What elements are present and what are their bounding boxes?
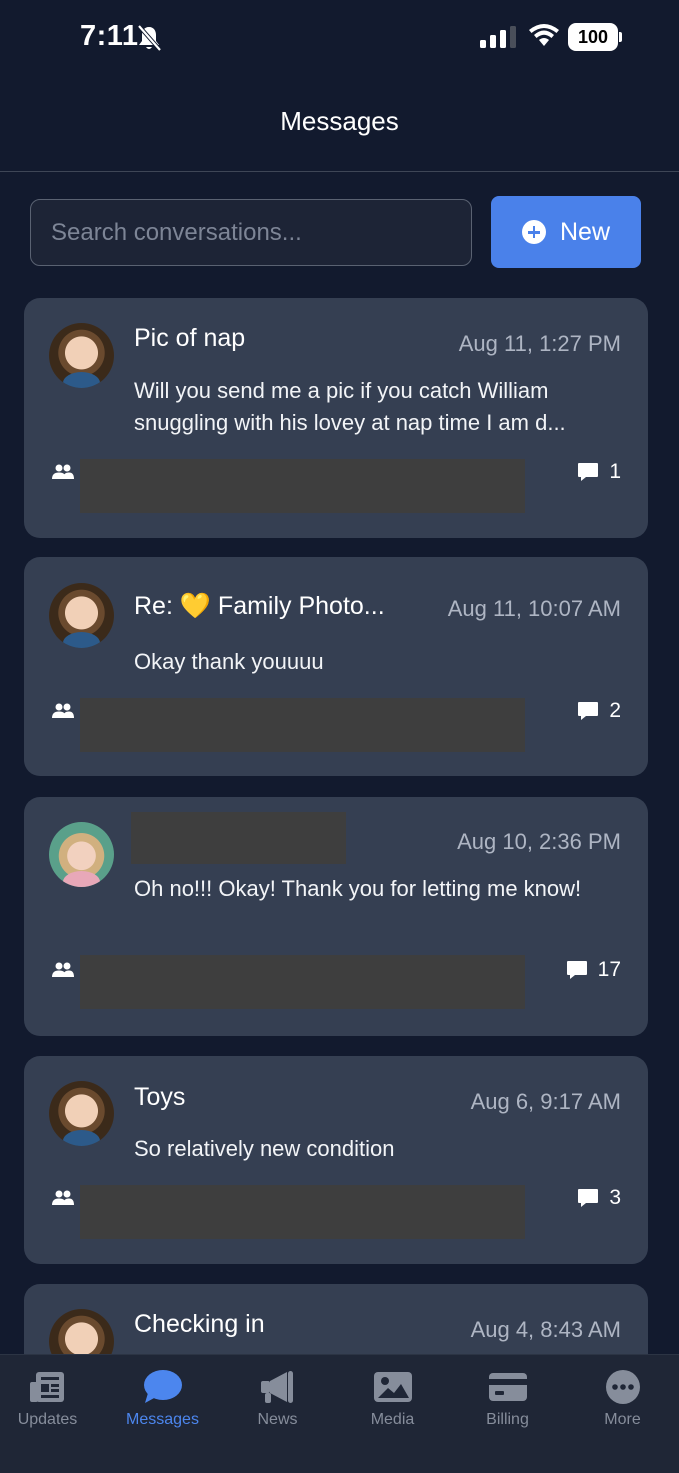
tab-label: Media [370,1411,415,1428]
conversation-title: Pic of nap [134,324,246,352]
participants-icon [52,464,74,479]
conversation-preview: Will you send me a pic if you catch Will… [134,378,566,435]
avatar [49,1081,114,1146]
conversation-card[interactable]: Pic of nap Aug 11, 1:27 PM Will you send… [24,298,648,538]
new-button-label: New [559,217,610,246]
plus-circle-icon [521,220,546,244]
conversation-card[interactable]: Toys Aug 6, 9:17 AM So relatively new co… [24,1056,648,1264]
comment-count: 1 [577,460,621,484]
comment-bubble-icon [578,463,599,481]
tab-billing[interactable]: Billing [451,1355,564,1473]
conversation-card[interactable]: Re: 💛 Family Photo... Aug 11, 10:07 AM O… [24,557,648,776]
redacted-participants [80,955,525,1009]
conversation-time: Aug 11, 1:27 PM [458,331,621,356]
comment-count: 17 [566,958,621,982]
avatar [49,822,114,887]
comment-count-value: 3 [609,1186,621,1209]
tab-updates[interactable]: Updates [0,1355,104,1473]
status-bar: 7:11 100 [0,0,679,80]
tab-label: More [604,1411,641,1428]
tab-more[interactable]: More [566,1355,679,1473]
redacted-participants [80,698,525,752]
comment-bubble-icon [578,702,599,720]
page-title: Messages [280,106,399,136]
comment-count: 3 [577,1186,621,1210]
tab-label: News [257,1411,298,1428]
battery-level: 100 [568,23,618,51]
messages-icon [144,1370,182,1403]
image-icon [374,1372,412,1402]
redacted-title [131,812,346,864]
megaphone-icon [261,1371,293,1403]
conversation-title: Re: 💛 Family Photo... [134,592,385,620]
conversation-preview: So relatively new condition [134,1136,395,1161]
conversation-time: Aug 10, 2:36 PM [457,829,621,854]
redacted-participants [80,459,525,513]
comment-count: 2 [577,699,621,723]
comment-count-value: 17 [597,958,621,981]
credit-card-icon [489,1373,527,1401]
redacted-participants [80,1185,525,1239]
participants-icon [52,703,74,718]
conversation-time: Aug 4, 8:43 AM [470,1317,621,1342]
conversation-time: Aug 6, 9:17 AM [470,1089,621,1114]
bottom-tab-bar: Updates Messages News Media Billing More [0,1354,679,1473]
conversation-preview: Okay thank youuuu [134,649,324,674]
conversation-card[interactable]: Aug 10, 2:36 PM Oh no!!! Okay! Thank you… [24,797,648,1036]
tab-messages[interactable]: Messages [106,1355,219,1473]
tab-label: Updates [17,1411,78,1428]
tab-media[interactable]: Media [336,1355,449,1473]
conversation-time: Aug 11, 10:07 AM [447,596,621,621]
comment-count-value: 2 [609,699,621,722]
conversation-title: Checking in [134,1310,265,1338]
comment-bubble-icon [566,961,587,979]
header: Messages [0,80,679,172]
more-icon [606,1370,640,1404]
participants-icon [52,962,74,977]
bell-off-icon [137,24,162,52]
tab-label: Billing [486,1411,529,1428]
search-input[interactable] [30,199,472,266]
conversation-preview: Oh no!!! Okay! Thank you for letting me … [134,876,582,901]
avatar [49,583,114,648]
new-conversation-button[interactable]: New [491,196,641,268]
updates-icon [30,1372,64,1402]
battery-icon: 100 [568,23,622,51]
wifi-icon [529,24,559,46]
avatar [49,323,114,388]
comment-bubble-icon [578,1189,599,1207]
tab-label: Messages [126,1411,199,1428]
comment-count-value: 1 [609,460,621,483]
conversation-title: Toys [134,1083,186,1111]
participants-icon [52,1190,74,1205]
status-time: 7:11 [80,20,139,52]
cellular-signal-icon [480,26,516,48]
tab-news[interactable]: News [221,1355,334,1473]
